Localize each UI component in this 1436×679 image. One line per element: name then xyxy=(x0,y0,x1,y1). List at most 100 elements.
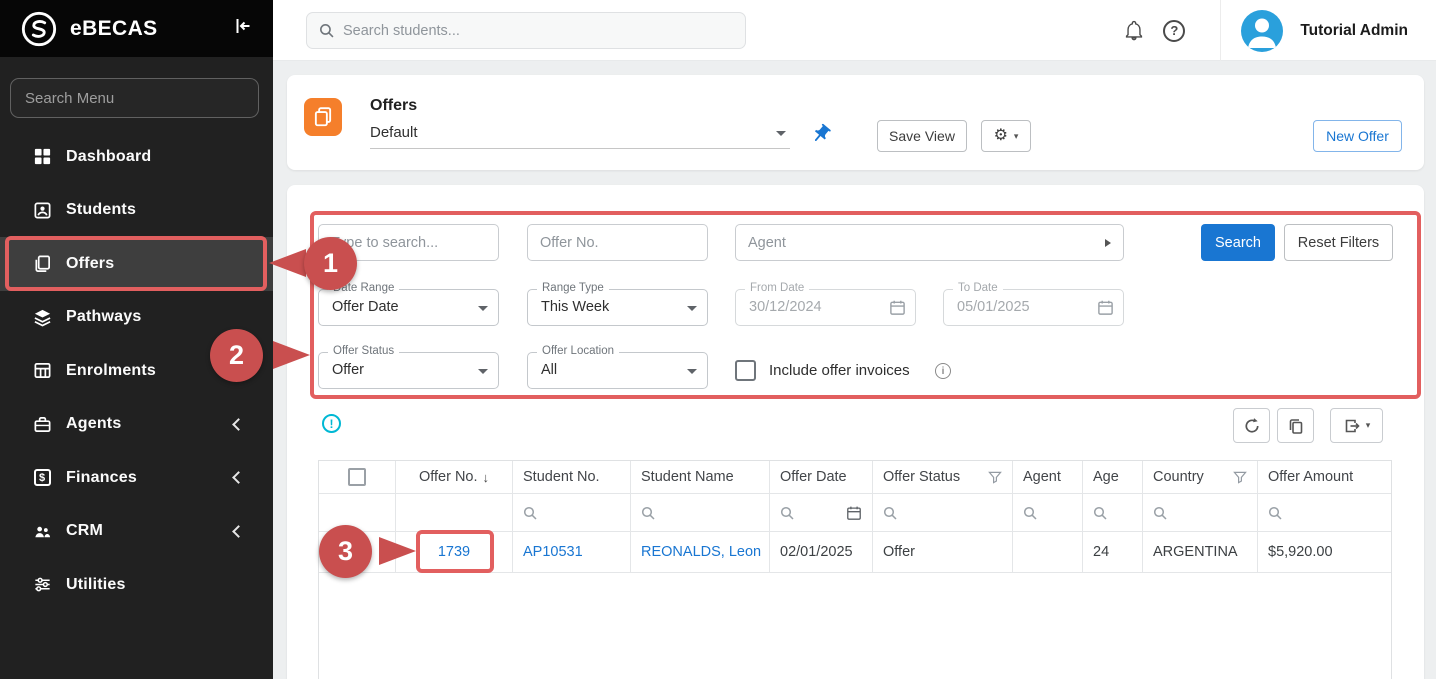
offer-no-link[interactable]: 1739 xyxy=(438,544,470,560)
help-icon[interactable]: ? xyxy=(1154,20,1194,42)
info-icon[interactable]: i xyxy=(935,363,951,379)
filter-cell-agent[interactable] xyxy=(1013,494,1083,532)
student-no-link[interactable]: AP10531 xyxy=(523,544,583,560)
filter-funnel-icon[interactable] xyxy=(1233,471,1247,484)
sidebar-item-agents[interactable]: Agents xyxy=(0,398,273,452)
agent-input[interactable] xyxy=(748,235,1111,251)
copy-button[interactable] xyxy=(1277,408,1314,443)
enrolments-icon xyxy=(32,361,52,381)
export-button[interactable]: ▾ xyxy=(1330,408,1383,443)
filter-cell-checkbox xyxy=(319,494,396,532)
offer-location-value: All xyxy=(541,353,557,388)
chevron-right-icon xyxy=(1105,239,1111,247)
column-header-offer-date[interactable]: Offer Date xyxy=(770,461,873,494)
country-header-label: Country xyxy=(1153,469,1204,485)
sidebar-item-finances[interactable]: $ Finances xyxy=(0,451,273,505)
student-name-link[interactable]: REONALDS, Leon xyxy=(641,544,761,560)
include-invoices-checkbox[interactable] xyxy=(735,360,756,381)
offers-table: Offer No. ↓ Student No. Student Name Off… xyxy=(318,460,1392,679)
filter-cell-offer-no[interactable] xyxy=(396,494,513,532)
new-offer-button[interactable]: New Offer xyxy=(1313,120,1402,152)
table-filter-row xyxy=(319,494,1391,532)
offer-amount-header-label: Offer Amount xyxy=(1268,469,1353,485)
finances-icon: $ xyxy=(32,468,52,488)
sidebar-search-input[interactable] xyxy=(10,78,259,118)
cell-student-no: AP10531 xyxy=(513,532,631,573)
date-range-select[interactable]: Date Range Offer Date xyxy=(318,289,499,326)
cell-agent xyxy=(1013,532,1083,573)
sidebar-search xyxy=(10,78,259,118)
offer-no-field xyxy=(527,224,708,261)
from-date-field[interactable]: From Date 30/12/2024 xyxy=(735,289,916,326)
annotation-step-1: 1 xyxy=(304,237,357,290)
calendar-icon xyxy=(1097,299,1114,321)
ebecas-logo: eBECAS xyxy=(20,10,158,48)
notifications-bell-icon[interactable] xyxy=(1114,20,1154,42)
sidebar-item-offers[interactable]: Offers xyxy=(0,237,273,291)
alert-info-icon[interactable]: ! xyxy=(322,414,341,433)
sort-descending-icon: ↓ xyxy=(483,470,490,485)
offer-location-select[interactable]: Offer Location All xyxy=(527,352,708,389)
select-all-checkbox[interactable] xyxy=(348,468,366,486)
filter-cell-age[interactable] xyxy=(1083,494,1143,532)
sidebar-item-label: Utilities xyxy=(66,576,126,594)
sidebar-item-label: Agents xyxy=(66,415,121,433)
table-row[interactable]: 1739 AP10531 REONALDS, Leon 02/01/2025 O… xyxy=(319,532,1391,573)
filter-cell-country[interactable] xyxy=(1143,494,1258,532)
column-header-offer-amount[interactable]: Offer Amount xyxy=(1258,461,1391,494)
chevron-down-icon: ▾ xyxy=(1366,420,1371,431)
column-header-student-no[interactable]: Student No. xyxy=(513,461,631,494)
save-view-button[interactable]: Save View xyxy=(877,120,967,152)
sidebar-item-utilities[interactable]: Utilities xyxy=(0,558,273,612)
student-no-header-label: Student No. xyxy=(523,469,600,485)
calendar-icon[interactable] xyxy=(846,505,862,521)
column-header-student-name[interactable]: Student Name xyxy=(631,461,770,494)
sidebar-item-dashboard[interactable]: Dashboard xyxy=(0,130,273,184)
filter-cell-offer-amount[interactable] xyxy=(1258,494,1391,532)
sidebar-item-label: Enrolments xyxy=(66,362,156,380)
column-header-age[interactable]: Age xyxy=(1083,461,1143,494)
filter-cell-student-no[interactable] xyxy=(513,494,631,532)
sidebar-item-students[interactable]: Students xyxy=(0,184,273,238)
filter-cell-offer-status[interactable] xyxy=(873,494,1013,532)
sidebar-item-crm[interactable]: CRM xyxy=(0,505,273,559)
offer-no-input[interactable] xyxy=(540,235,695,251)
column-header-agent[interactable]: Agent xyxy=(1013,461,1083,494)
refresh-button[interactable] xyxy=(1233,408,1270,443)
quick-search-input[interactable] xyxy=(331,235,486,251)
annotation-step-3: 3 xyxy=(319,525,372,578)
student-search-input[interactable] xyxy=(343,23,733,39)
chevron-left-icon xyxy=(232,525,245,538)
offers-header-card: Offers Default Save View ⚙ ▾ New Offer xyxy=(287,75,1424,170)
table-header-row: Offer No. ↓ Student No. Student Name Off… xyxy=(319,461,1391,494)
range-type-value: This Week xyxy=(541,290,609,325)
column-header-offer-no[interactable]: Offer No. ↓ xyxy=(396,461,513,494)
search-button[interactable]: Search xyxy=(1201,224,1275,261)
offer-status-value: Offer xyxy=(332,353,364,388)
user-name[interactable]: Tutorial Admin xyxy=(1300,22,1408,40)
chevron-down-icon xyxy=(478,306,488,311)
search-icon xyxy=(1268,506,1282,520)
student-name-header-label: Student Name xyxy=(641,469,734,485)
chevron-down-icon xyxy=(687,369,697,374)
calendar-icon xyxy=(889,299,906,321)
view-settings-button[interactable]: ⚙ ▾ xyxy=(981,120,1031,152)
agent-field xyxy=(735,224,1124,261)
column-header-offer-status[interactable]: Offer Status xyxy=(873,461,1013,494)
students-icon xyxy=(32,200,52,220)
annotation-arrow-2 xyxy=(273,341,310,369)
reset-filters-button[interactable]: Reset Filters xyxy=(1284,224,1393,261)
column-header-country[interactable]: Country xyxy=(1143,461,1258,494)
view-select[interactable]: Default xyxy=(370,119,790,149)
sidebar-collapse-icon[interactable] xyxy=(233,16,253,41)
filter-cell-student-name[interactable] xyxy=(631,494,770,532)
pathways-icon xyxy=(32,307,52,327)
to-date-field[interactable]: To Date 05/01/2025 xyxy=(943,289,1124,326)
cell-country: ARGENTINA xyxy=(1143,532,1258,573)
user-avatar[interactable] xyxy=(1241,10,1283,52)
offer-status-select[interactable]: Offer Status Offer xyxy=(318,352,499,389)
pin-view-icon[interactable] xyxy=(810,123,832,150)
filter-funnel-icon[interactable] xyxy=(988,471,1002,484)
filter-cell-offer-date[interactable] xyxy=(770,494,873,532)
range-type-select[interactable]: Range Type This Week xyxy=(527,289,708,326)
